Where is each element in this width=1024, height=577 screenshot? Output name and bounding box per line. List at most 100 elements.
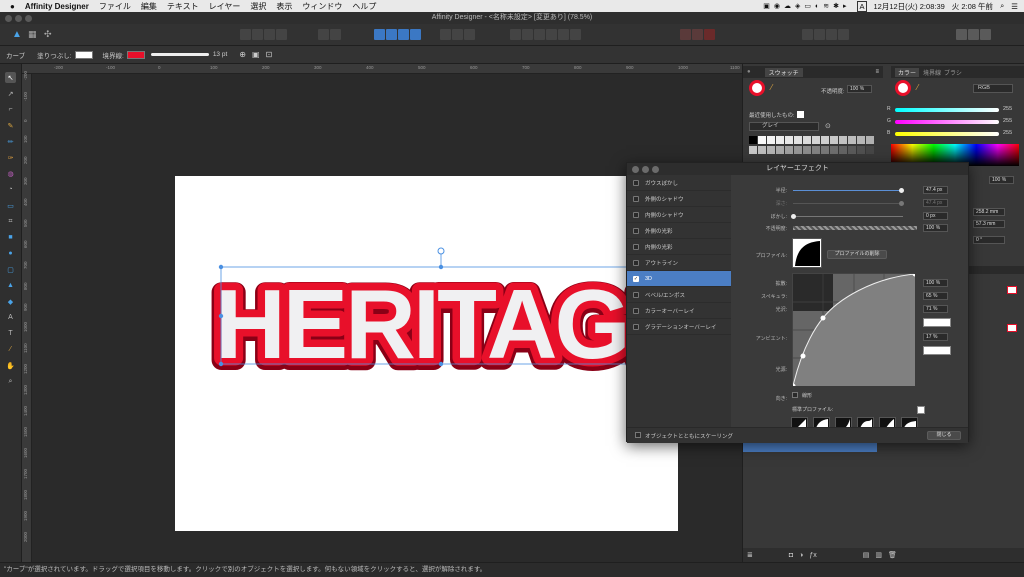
color-eyedropper-icon[interactable]: ⁄ [917, 83, 918, 92]
panel-close-icon[interactable]: ● [747, 69, 751, 75]
align-right-icon[interactable] [534, 29, 545, 40]
preferences-icon[interactable] [968, 29, 979, 40]
gray-swatch[interactable] [857, 136, 865, 144]
gray-swatch[interactable] [866, 136, 874, 144]
gray-swatch[interactable] [758, 136, 766, 144]
profile-curve-editor[interactable] [792, 273, 915, 386]
stroke-swatch[interactable] [126, 50, 145, 59]
gray-swatch[interactable] [839, 145, 847, 154]
insert-top-icon[interactable] [814, 29, 825, 40]
effect-checkbox[interactable] [633, 243, 639, 250]
search-icon[interactable]: ⌕ [1000, 1, 1004, 11]
tab-swatches[interactable]: スウォッチ [764, 67, 803, 77]
effect-checkbox[interactable] [633, 323, 639, 330]
frame-text-tool-icon[interactable]: T [5, 328, 16, 339]
effect-checkbox[interactable] [633, 307, 639, 314]
corner-tool-icon[interactable]: ⌐ [5, 104, 16, 115]
palette-options-icon[interactable]: ⊙ [825, 122, 831, 130]
fx-icon[interactable]: ƒx [809, 552, 816, 559]
shapes-tool-icon[interactable]: ◆ [5, 296, 16, 307]
layers-stack-icon[interactable]: ≣ [747, 551, 753, 559]
arrange-front-icon[interactable] [276, 29, 287, 40]
align-top-icon[interactable] [546, 29, 557, 40]
r-value[interactable]: 255 [1003, 106, 1012, 112]
gray-swatch[interactable] [812, 145, 820, 154]
zoom-window-button[interactable] [25, 15, 32, 22]
geometry-subtract-icon[interactable] [452, 29, 463, 40]
swatches-color-wheel[interactable] [749, 80, 765, 96]
effect-item[interactable]: 内側の光彩 [627, 239, 731, 255]
menu-window[interactable]: ウィンドウ [302, 1, 342, 12]
menu-app[interactable]: Affinity Designer [25, 2, 89, 11]
profile-preview[interactable] [792, 238, 822, 268]
ellipse-tool-icon[interactable]: ● [5, 248, 16, 259]
export-persona-icon[interactable]: ✣ [44, 29, 55, 40]
gray-swatch[interactable] [749, 136, 757, 144]
gray-swatch[interactable] [848, 136, 856, 144]
snapping-options-icon[interactable] [704, 29, 715, 40]
b-value[interactable]: 255 [1003, 130, 1012, 136]
effect-item[interactable]: ✓ 3D [627, 271, 731, 287]
effect-checkbox[interactable] [633, 195, 639, 202]
opacity-slider[interactable] [793, 226, 917, 230]
diffuse-value[interactable]: 100 % [923, 279, 948, 287]
list-icon[interactable]: ☰ [1011, 2, 1018, 11]
gray-swatch[interactable] [785, 145, 793, 154]
move-tool-icon[interactable]: ↖ [5, 72, 16, 83]
apple-icon[interactable]: ● [10, 2, 15, 11]
insert-inside-icon[interactable] [826, 29, 837, 40]
linear-checkbox[interactable] [792, 392, 798, 398]
effect-checkbox[interactable] [633, 211, 639, 218]
menu-file[interactable]: ファイル [99, 1, 131, 12]
specular-value[interactable]: 65 % [923, 292, 948, 300]
effect-item[interactable]: ガウスぼかし [627, 175, 731, 191]
transform-w-field[interactable]: 258.2 mm [973, 208, 1005, 216]
transparency-tool-icon[interactable]: ◔ [5, 184, 16, 195]
depth-slider[interactable] [793, 201, 904, 206]
effect-checkbox[interactable] [633, 259, 639, 266]
designer-persona-icon[interactable]: ▲ [12, 29, 23, 40]
arrange-backward-icon[interactable] [252, 29, 263, 40]
delete-profile-button[interactable]: プロファイルの削除 [827, 250, 887, 259]
effect-checkbox[interactable] [633, 179, 639, 186]
eyedropper-icon[interactable]: ⁄ [771, 83, 772, 92]
node-tool-icon[interactable]: ↗ [5, 88, 16, 99]
effect-item[interactable]: 外側の光彩 [627, 223, 731, 239]
blur-slider[interactable] [791, 214, 903, 219]
input-language[interactable]: A [857, 0, 867, 12]
gray-swatch[interactable] [767, 136, 775, 144]
geometry-add-icon[interactable] [440, 29, 451, 40]
g-value[interactable]: 255 [1003, 118, 1012, 124]
color-picker-icon[interactable]: ⁄ [5, 344, 16, 355]
effect-checkbox[interactable]: ✓ [633, 275, 639, 282]
transform-h-field[interactable]: 57.3 mm [973, 220, 1005, 228]
insert-behind-icon[interactable] [802, 29, 813, 40]
adjustment-icon[interactable]: ◑ [799, 552, 803, 559]
add-layer-icon[interactable]: ▤ [863, 551, 870, 559]
gray-swatch[interactable] [794, 136, 802, 144]
stroke-width-value[interactable]: 13 pt [213, 51, 227, 58]
heritage-text[interactable]: HERITAGE [215, 269, 693, 379]
geometry-intersect-icon[interactable] [464, 29, 475, 40]
menu-view[interactable]: 表示 [276, 1, 292, 12]
rotate-right-icon[interactable] [410, 29, 421, 40]
gray-swatch[interactable] [794, 145, 802, 154]
vertical-ruler[interactable]: -200 -100 0 100 200 300 400 500 600 700 800 900 1000… [22, 71, 32, 562]
mask-icon[interactable]: ◘ [789, 552, 793, 559]
brush-tool-icon[interactable]: ✑ [5, 152, 16, 163]
align-handles-icon[interactable]: ▣ [252, 50, 260, 59]
align-center-icon[interactable] [522, 29, 533, 40]
crop-tool-icon[interactable]: ⌗ [5, 216, 16, 227]
text-tool-icon[interactable]: A [5, 312, 16, 323]
gray-swatch[interactable] [821, 145, 829, 154]
stroke-width-slider[interactable] [150, 53, 209, 56]
gray-swatch[interactable] [812, 136, 820, 144]
gray-swatch[interactable] [848, 145, 856, 154]
color-opacity-field[interactable]: 100 % [989, 176, 1014, 184]
palette-select[interactable]: グレイ [749, 122, 819, 131]
boolean-subtract-icon[interactable] [330, 29, 341, 40]
stroke-none-swatch-2[interactable] [1007, 324, 1017, 332]
effect-item[interactable]: 内側のシャドウ [627, 207, 731, 223]
fill-tool-icon[interactable]: ◍ [5, 168, 16, 179]
specular-color-swatch[interactable] [923, 318, 951, 327]
